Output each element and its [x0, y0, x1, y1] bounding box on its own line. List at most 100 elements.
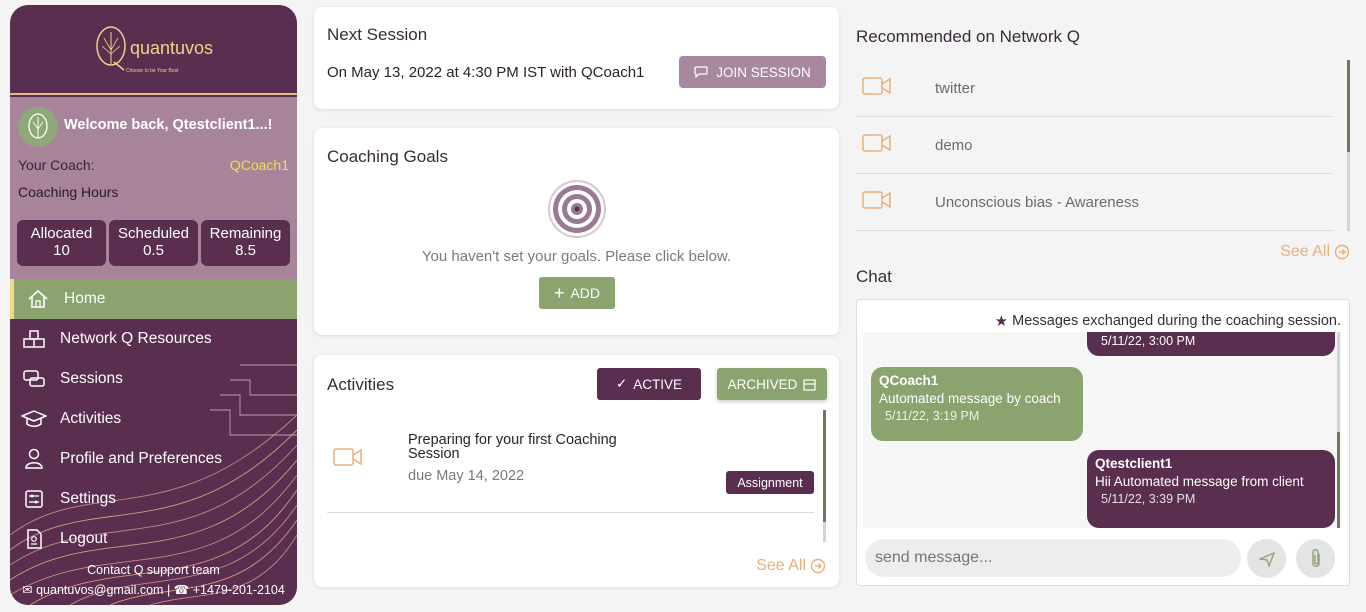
activity-due: due May 14, 2022 [408, 468, 525, 484]
recommended-item-label: demo [935, 136, 973, 154]
network-icon [18, 329, 50, 349]
coaching-hours-label: Coaching Hours [18, 184, 119, 200]
add-goal-button[interactable]: + ADD [539, 277, 615, 309]
recommended-scroll-thumb[interactable] [1347, 60, 1350, 152]
send-button[interactable] [1247, 539, 1286, 578]
main-nav: Home Network Q Resources Sessions Activi… [10, 279, 297, 559]
video-icon [862, 75, 935, 101]
hours-allocated-label: Allocated [30, 225, 93, 242]
home-icon [22, 289, 54, 309]
mail-icon: ✉ [22, 583, 33, 597]
join-session-button[interactable]: JOIN SESSION [679, 56, 826, 88]
next-session-title: Next Session [327, 25, 428, 44]
arrow-circle-right-icon [1334, 244, 1350, 260]
video-icon [333, 448, 362, 466]
divider: | [166, 583, 174, 597]
chat-message-client: 5/11/22, 3:00 PM [1087, 332, 1335, 356]
activities-scroll-thumb[interactable] [823, 410, 826, 522]
chat-bubbles-icon [18, 369, 50, 389]
graduation-cap-icon [18, 409, 50, 429]
chat-messages: 5/11/22, 3:00 PM QCoach1 Automated messa… [863, 332, 1341, 528]
phone-icon: ☎ [173, 583, 190, 597]
arrow-circle-right-icon [810, 558, 826, 574]
next-session-text: On May 13, 2022 at 4:30 PM IST with QCoa… [327, 64, 645, 81]
hours-allocated-value: 10 [53, 242, 70, 259]
star-icon: ★ [994, 313, 1009, 330]
nav-item-logout[interactable]: Logout [10, 519, 297, 559]
nav-item-network-q-resources[interactable]: Network Q Resources [10, 319, 297, 359]
chat-message-client: Qtestclient1 Hii Automated message from … [1087, 450, 1335, 528]
active-filter-label: ACTIVE [633, 376, 683, 392]
hours-remaining-value: 8.5 [235, 242, 256, 259]
message-text: Automated message by coach [879, 391, 1061, 406]
message-text: Hii Automated message from client [1095, 474, 1304, 489]
coach-name: QCoach1 [229, 157, 289, 173]
recommended-item-label: twitter [935, 79, 976, 97]
hours-scheduled-label: Scheduled [118, 225, 189, 242]
recommended-item[interactable]: twitter [856, 60, 1334, 117]
message-sender: QCoach1 [879, 373, 939, 388]
plus-icon: + [553, 283, 565, 303]
user-icon [18, 448, 50, 470]
hours-scheduled: Scheduled 0.5 [109, 220, 198, 266]
coaching-goals-card: Coaching Goals You haven't set your goal… [314, 128, 839, 335]
nav-item-settings[interactable]: Settings [10, 479, 297, 519]
contact-phone[interactable]: +1479-201-2104 [193, 583, 285, 597]
brand-name: quantuvos [129, 37, 214, 58]
nav-item-profile-and-preferences[interactable]: Profile and Preferences [10, 439, 297, 479]
send-message-input[interactable] [865, 539, 1241, 577]
see-all-label: See All [756, 557, 806, 574]
brand-logo-area: quantuvos Choose to be Your Best [10, 5, 297, 95]
recommended-list: twitter demo Unconscious bias - Awarenes… [856, 60, 1334, 231]
activity-title: Preparing for your first Coaching Sessio… [408, 433, 617, 462]
message-time: 5/11/22, 3:19 PM [885, 409, 980, 423]
hours-remaining-label: Remaining [209, 225, 282, 242]
sliders-icon [18, 489, 50, 509]
join-session-label: JOIN SESSION [716, 64, 811, 80]
hours-scheduled-value: 0.5 [143, 242, 164, 259]
active-filter-button[interactable]: ✓ ACTIVE [597, 368, 701, 400]
logout-icon [18, 528, 50, 550]
next-session-card: Next Session On May 13, 2022 at 4:30 PM … [314, 7, 839, 109]
nav-item-label: Profile and Preferences [60, 450, 222, 467]
paper-plane-icon [1258, 551, 1275, 567]
nav-item-label: Logout [60, 530, 108, 547]
message-sender: Qtestclient1 [1095, 456, 1173, 471]
archived-filter-button[interactable]: ARCHIVED [717, 368, 827, 400]
activities-card: Activities ✓ ACTIVE ARCHIVED Preparing f… [314, 355, 839, 587]
contact-email[interactable]: quantuvos@gmail.com [36, 583, 163, 597]
chat-scroll-thumb[interactable] [1337, 432, 1340, 528]
recommended-item-label: Unconscious bias - Awareness [935, 193, 1139, 211]
chat-message-coach: QCoach1 Automated message by coach 5/11/… [871, 367, 1083, 441]
activity-title-line2: Session [408, 446, 460, 462]
video-icon [862, 189, 935, 215]
activity-item[interactable]: Preparing for your first Coaching Sessio… [327, 415, 814, 513]
video-icon [862, 132, 935, 158]
nav-item-home[interactable]: Home [10, 279, 297, 319]
see-all-label: See All [1280, 243, 1330, 260]
sidebar: quantuvos Choose to be Your Best Welcome… [10, 5, 297, 605]
nav-item-sessions[interactable]: Sessions [10, 359, 297, 399]
attach-button[interactable] [1296, 539, 1335, 578]
goals-empty-text: You haven't set your goals. Please click… [421, 248, 732, 265]
welcome-text: Welcome back, Qtestclient1...! [64, 117, 273, 133]
target-icon [548, 180, 606, 238]
nav-item-label: Activities [60, 410, 122, 427]
profile-panel: Welcome back, Qtestclient1...! Your Coac… [10, 97, 297, 282]
check-chat-icon: ✓ [615, 376, 628, 391]
recommended-item[interactable]: demo [856, 117, 1334, 174]
avatar[interactable] [18, 107, 58, 147]
coach-label: Your Coach: [18, 157, 95, 173]
recommended-see-all-link[interactable]: See All [1280, 243, 1350, 261]
contact-line: ✉ quantuvos@gmail.com | ☎ +1479-201-2104 [10, 582, 297, 597]
nav-item-label: Sessions [60, 370, 123, 387]
add-goal-label: ADD [570, 285, 601, 301]
recommended-item[interactable]: Unconscious bias - Awareness [856, 174, 1334, 231]
nav-item-activities[interactable]: Activities [10, 399, 297, 439]
chat-title: Chat [856, 267, 892, 286]
tree-avatar-icon [28, 113, 48, 139]
activities-see-all-link[interactable]: See All [756, 557, 826, 575]
archived-filter-label: ARCHIVED [727, 376, 798, 392]
hours-row: Allocated 10 Scheduled 0.5 Remaining 8.5 [17, 220, 290, 266]
contact-title: Contact Q support team [87, 563, 220, 577]
